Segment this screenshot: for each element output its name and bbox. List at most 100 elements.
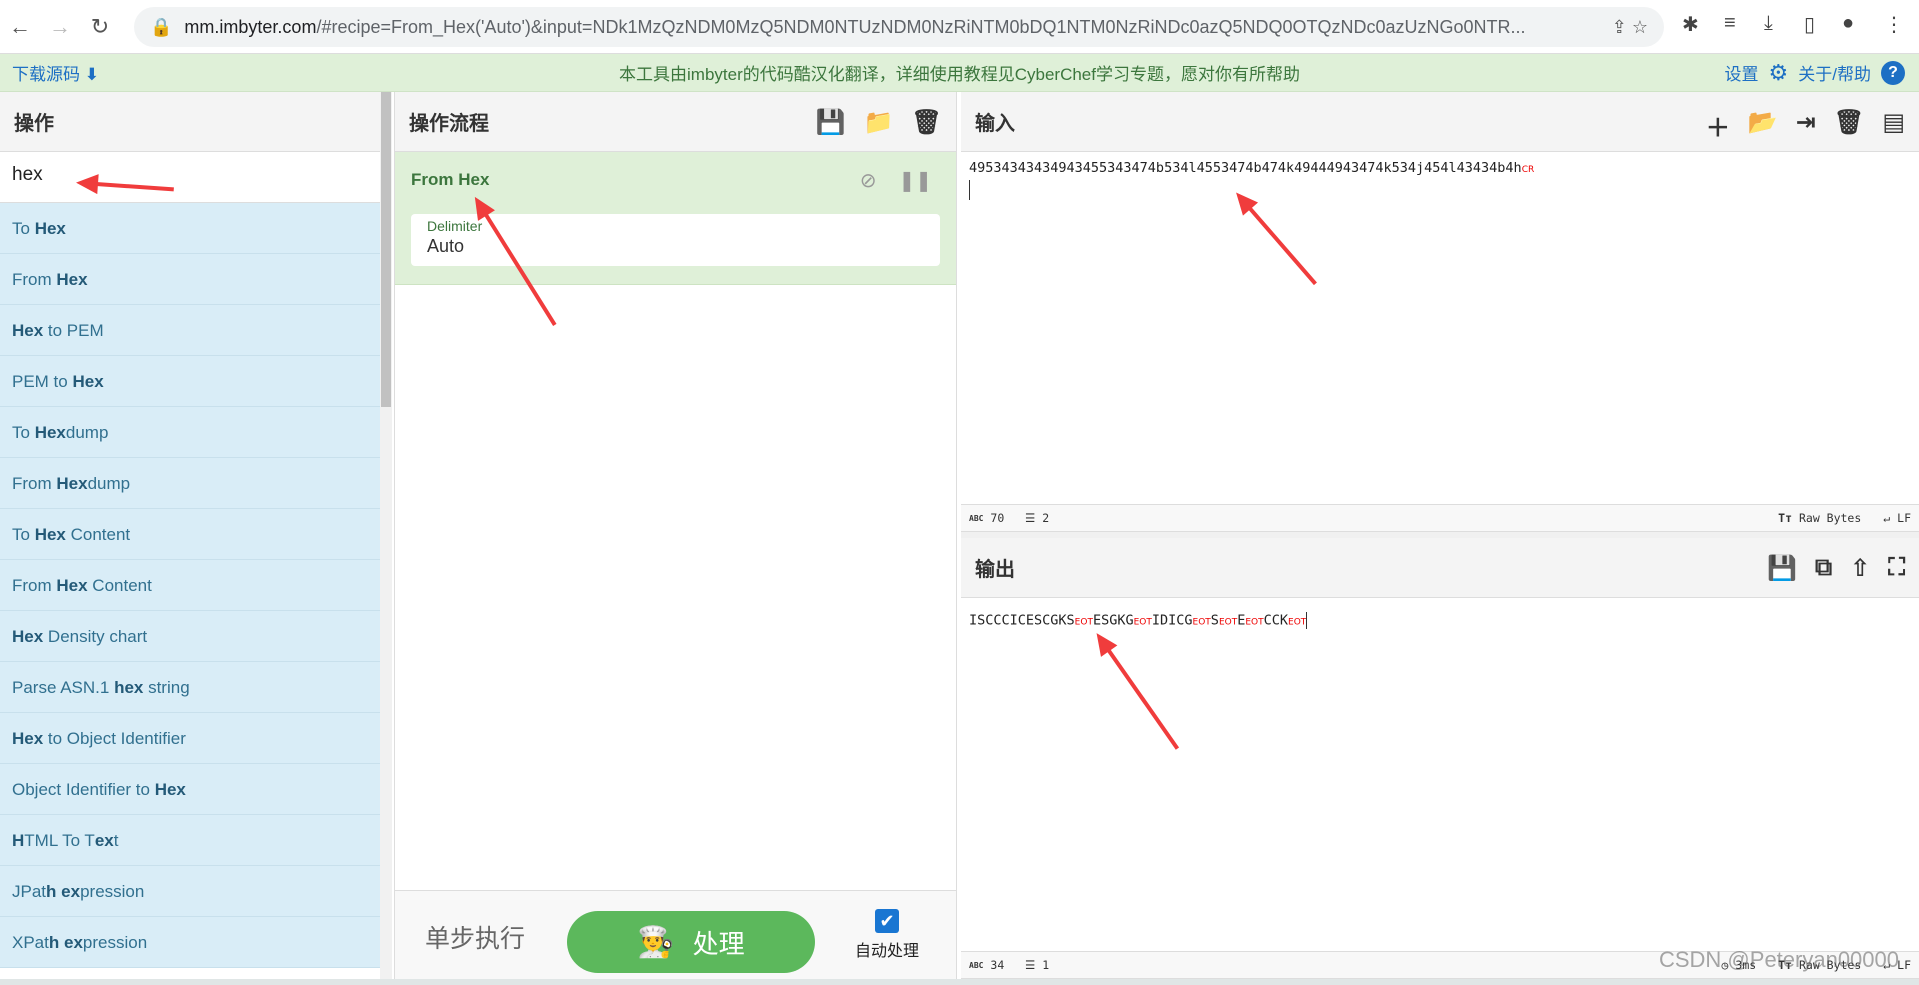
- page-footer-strip: [0, 979, 1919, 985]
- operation-label: XPat: [12, 933, 49, 952]
- search-match: Hex: [34, 525, 66, 544]
- input-text: 49534343434943455343474b534l4553474b474k…: [969, 160, 1522, 176]
- operations-list: To Hex From Hex Hex to PEM PEM to Hex To Hex…: [0, 203, 380, 979]
- search-match: Hex: [12, 321, 44, 340]
- folder-icon[interactable]: 📁: [864, 108, 894, 137]
- banner-message: 本工具由imbyter的代码酷汉化翻译，详细使用教程见CyberChef学习专题…: [619, 65, 1300, 84]
- search-match: Hex: [12, 729, 44, 748]
- operation-label: To: [12, 219, 35, 238]
- operation-item[interactable]: JPath expression: [0, 866, 380, 917]
- output-length: 34: [990, 958, 1005, 972]
- input-textarea[interactable]: 49534343434943455343474b534l4553474b474k…: [961, 152, 1919, 504]
- disable-icon[interactable]: ⊘: [860, 168, 877, 193]
- gear-icon[interactable]: ⚙: [1769, 60, 1789, 86]
- address-bar[interactable]: 🔒 mm.imbyter.com/#recipe=From_Hex('Auto'…: [134, 7, 1664, 47]
- input-encoding-label: Raw Bytes: [1798, 511, 1862, 525]
- input-lines: 2: [1042, 511, 1050, 525]
- open-file-icon[interactable]: ⇥: [1796, 108, 1816, 143]
- operation-label: Density chart: [43, 627, 148, 646]
- operation-label: PEM to: [12, 372, 73, 391]
- replace-input-icon[interactable]: ⇧: [1850, 554, 1870, 583]
- search-match: Hex: [56, 474, 88, 493]
- sidepanel-icon[interactable]: ▯: [1804, 12, 1815, 37]
- profile-icon[interactable]: ●: [1842, 12, 1854, 35]
- output-segment: CCK: [1263, 612, 1289, 629]
- download-icon[interactable]: ⤓: [1764, 12, 1773, 35]
- operations-scrollbar[interactable]: [380, 92, 392, 985]
- length-icon: ABC: [969, 513, 984, 523]
- recipe-controls: 单步执行 👨‍🍳 处理 ✔ 自动处理: [395, 890, 956, 979]
- control-char-eot: EOT: [1192, 617, 1211, 628]
- input-encoding[interactable]: Tт Raw Bytes: [1778, 511, 1861, 525]
- back-icon[interactable]: ←: [0, 14, 40, 40]
- save-icon[interactable]: 💾: [816, 108, 846, 137]
- operation-item[interactable]: Hex Density chart: [0, 611, 380, 662]
- bake-label: 处理: [692, 928, 745, 959]
- control-char-eot: EOT: [1074, 617, 1093, 628]
- text-caret: [969, 180, 970, 200]
- operation-item[interactable]: Object Identifier to Hex: [0, 764, 380, 815]
- checkbox-checked-icon[interactable]: ✔: [875, 909, 899, 933]
- media-icon[interactable]: ≡: [1724, 12, 1736, 35]
- operation-item[interactable]: From Hexdump: [0, 458, 380, 509]
- share-star-icons[interactable]: ⇪ ☆: [1612, 17, 1648, 38]
- operation-label: Content: [65, 525, 131, 544]
- operation-label: To: [12, 423, 35, 442]
- input-title: 输入: [975, 113, 1015, 135]
- scrollbar-thumb[interactable]: [381, 92, 391, 407]
- save-output-icon[interactable]: 💾: [1767, 554, 1797, 583]
- settings-link[interactable]: 设置: [1725, 60, 1759, 85]
- control-char-cr: CR: [1521, 165, 1535, 175]
- operations-title: 操作: [0, 92, 380, 152]
- operation-item[interactable]: To Hex Content: [0, 509, 380, 560]
- step-button[interactable]: 单步执行: [425, 919, 525, 955]
- operation-label: pression: [82, 933, 148, 952]
- input-eol[interactable]: ↵ LF: [1883, 511, 1911, 525]
- copy-icon[interactable]: ⧉: [1815, 554, 1832, 583]
- control-char-eot: EOT: [1288, 617, 1307, 628]
- operation-item[interactable]: Hex to PEM: [0, 305, 380, 356]
- operations-search-input[interactable]: hex: [0, 152, 380, 203]
- operation-item[interactable]: XPath expression: [0, 917, 380, 968]
- operation-label: JPat: [12, 882, 47, 901]
- extensions-icon[interactable]: ✱: [1682, 12, 1699, 37]
- text-caret: [1306, 612, 1308, 629]
- forward-icon[interactable]: →: [40, 14, 80, 40]
- layout-icon[interactable]: ▤: [1882, 108, 1905, 143]
- search-match: Hex: [72, 372, 104, 391]
- search-match: Hex: [12, 627, 44, 646]
- add-tab-icon[interactable]: ＋: [1706, 108, 1730, 143]
- clear-icon[interactable]: 🗑: [1834, 108, 1864, 143]
- about-link[interactable]: 关于/帮助: [1798, 60, 1871, 85]
- input-eol-label: LF: [1897, 511, 1911, 525]
- auto-bake-toggle[interactable]: ✔ 自动处理: [855, 909, 919, 961]
- operation-label: From: [12, 576, 57, 595]
- browser-toolbar: ← → ↻ 🔒 mm.imbyter.com/#recipe=From_Hex(…: [0, 0, 1919, 54]
- operation-item[interactable]: From Hex: [0, 254, 380, 305]
- help-icon[interactable]: ?: [1881, 60, 1905, 85]
- control-char-eot: EOT: [1245, 617, 1264, 628]
- operation-label: To: [12, 525, 35, 544]
- operation-item[interactable]: From Hex Content: [0, 560, 380, 611]
- pause-icon[interactable]: ❚❚: [898, 168, 932, 193]
- bake-button[interactable]: 👨‍🍳 处理: [567, 911, 815, 973]
- operation-item[interactable]: HTML To Text: [0, 815, 380, 866]
- trash-icon[interactable]: 🗑: [912, 108, 942, 137]
- open-folder-icon[interactable]: 📂: [1748, 108, 1778, 143]
- operation-label: to Object Identifier: [43, 729, 186, 748]
- search-match: Hex: [34, 219, 66, 238]
- operation-item[interactable]: To Hexdump: [0, 407, 380, 458]
- recipe-title: 操作流程: [409, 113, 489, 135]
- reload-icon[interactable]: ↻: [80, 14, 120, 40]
- maximize-icon[interactable]: ⛶: [1888, 554, 1905, 583]
- io-panel: 输入 ＋ 📂 ⇥ 🗑 ▤ 49534343434943455343474b534l455…: [961, 92, 1919, 979]
- operation-item[interactable]: To Hex: [0, 203, 380, 254]
- operation-item[interactable]: PEM to Hex: [0, 356, 380, 407]
- operation-item[interactable]: Parse ASN.1 hex string: [0, 662, 380, 713]
- operation-label: pression: [80, 882, 145, 901]
- operations-panel: 操作 hex To Hex From Hex Hex to PEM PEM to He…: [0, 92, 380, 979]
- lines-icon: ☰: [1025, 511, 1036, 525]
- operation-item[interactable]: Hex to Object Identifier: [0, 713, 380, 764]
- output-title: 输出: [975, 559, 1015, 581]
- menu-icon[interactable]: ⋮: [1884, 12, 1904, 37]
